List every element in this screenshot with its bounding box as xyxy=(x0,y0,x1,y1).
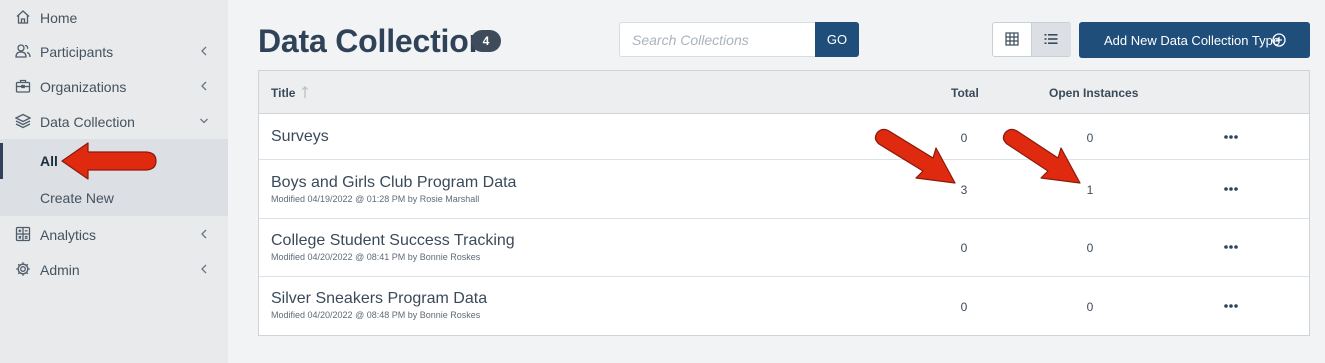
table-row: Boys and Girls Club Program Data Modifie… xyxy=(259,160,1309,219)
row-modified-meta: Modified 04/20/2022 @ 08:41 PM by Bonnie… xyxy=(271,252,481,262)
grid-icon xyxy=(1005,32,1019,46)
chevron-left-icon xyxy=(201,264,207,274)
row-title-link[interactable]: Silver Sneakers Program Data xyxy=(271,290,487,308)
data-collection-submenu: All Create New xyxy=(0,139,228,216)
collections-table: Title Total Open Instances Surveys 0 0 B… xyxy=(258,70,1310,336)
list-icon xyxy=(1044,34,1058,44)
sidebar-item-label: Participants xyxy=(40,43,114,60)
chevron-left-icon xyxy=(201,81,207,91)
column-header-open-instances: Open Instances xyxy=(1049,86,1139,100)
calculator-icon xyxy=(15,226,31,242)
submenu-item-all[interactable]: All xyxy=(0,143,228,179)
sidebar-item-participants[interactable]: Participants xyxy=(0,34,228,69)
open-instances-value: 0 xyxy=(1086,131,1094,145)
sidebar-item-label: Organizations xyxy=(40,78,127,95)
sidebar-item-analytics[interactable]: Analytics xyxy=(0,217,228,252)
sidebar: Home Participants Organizations Data Col… xyxy=(0,0,228,363)
users-icon xyxy=(15,44,31,58)
view-toggle xyxy=(992,22,1071,57)
search-input[interactable] xyxy=(619,22,815,57)
open-instances-value: 0 xyxy=(1086,241,1094,255)
plus-circle-icon xyxy=(1272,33,1286,47)
row-title-link[interactable]: Boys and Girls Club Program Data xyxy=(271,174,516,192)
chevron-left-icon xyxy=(201,229,207,239)
go-button[interactable]: GO xyxy=(815,22,859,57)
sidebar-item-organizations[interactable]: Organizations xyxy=(0,69,228,104)
add-button-label: Add New Data Collection Type xyxy=(1104,33,1281,48)
table-row: Silver Sneakers Program Data Modified 04… xyxy=(259,277,1309,335)
open-instances-value: 1 xyxy=(1086,183,1094,197)
sidebar-item-admin[interactable]: Admin xyxy=(0,252,228,287)
layers-icon xyxy=(15,113,31,129)
sidebar-item-label: Admin xyxy=(40,261,80,278)
row-modified-meta: Modified 04/19/2022 @ 01:28 PM by Rosie … xyxy=(271,194,480,204)
sidebar-item-data-collection[interactable]: Data Collection xyxy=(0,104,228,139)
sidebar-item-label: Home xyxy=(40,9,78,26)
more-options-icon[interactable] xyxy=(1221,242,1241,252)
total-value: 0 xyxy=(960,241,968,255)
sidebar-item-label: Analytics xyxy=(40,226,97,243)
submenu-item-create-new[interactable]: Create New xyxy=(0,180,228,216)
sort-up-arrow-icon[interactable] xyxy=(301,85,309,99)
row-modified-meta: Modified 04/20/2022 @ 08:48 PM by Bonnie… xyxy=(271,310,481,320)
total-value: 0 xyxy=(960,131,968,145)
list-view-button[interactable] xyxy=(1032,23,1071,56)
column-header-total: Total xyxy=(951,86,979,100)
add-new-data-collection-type-button[interactable]: Add New Data Collection Type xyxy=(1079,22,1310,58)
count-badge: 4 xyxy=(471,30,501,52)
more-options-icon[interactable] xyxy=(1221,301,1241,311)
total-value: 3 xyxy=(960,183,968,197)
table-row: College Student Success Tracking Modifie… xyxy=(259,219,1309,277)
briefcase-icon xyxy=(15,79,31,93)
column-header-title[interactable]: Title xyxy=(271,86,295,100)
row-title-link[interactable]: Surveys xyxy=(271,128,329,146)
gear-icon xyxy=(16,262,30,276)
sidebar-item-home[interactable]: Home xyxy=(0,0,228,35)
submenu-item-label: Create New xyxy=(40,190,114,206)
page-title: Data Collection xyxy=(258,23,488,59)
home-icon xyxy=(16,10,30,24)
chevron-down-icon xyxy=(200,118,208,124)
table-row: Surveys 0 0 xyxy=(259,114,1309,160)
grid-view-button[interactable] xyxy=(993,23,1032,56)
chevron-left-icon xyxy=(201,46,207,56)
row-title-link[interactable]: College Student Success Tracking xyxy=(271,232,515,250)
more-options-icon[interactable] xyxy=(1221,184,1241,194)
sidebar-item-label: Data Collection xyxy=(40,113,135,130)
submenu-item-label: All xyxy=(40,153,58,169)
more-options-icon[interactable] xyxy=(1221,132,1241,142)
open-instances-value: 0 xyxy=(1086,300,1094,314)
table-header: Title Total Open Instances xyxy=(259,71,1309,114)
total-value: 0 xyxy=(960,300,968,314)
